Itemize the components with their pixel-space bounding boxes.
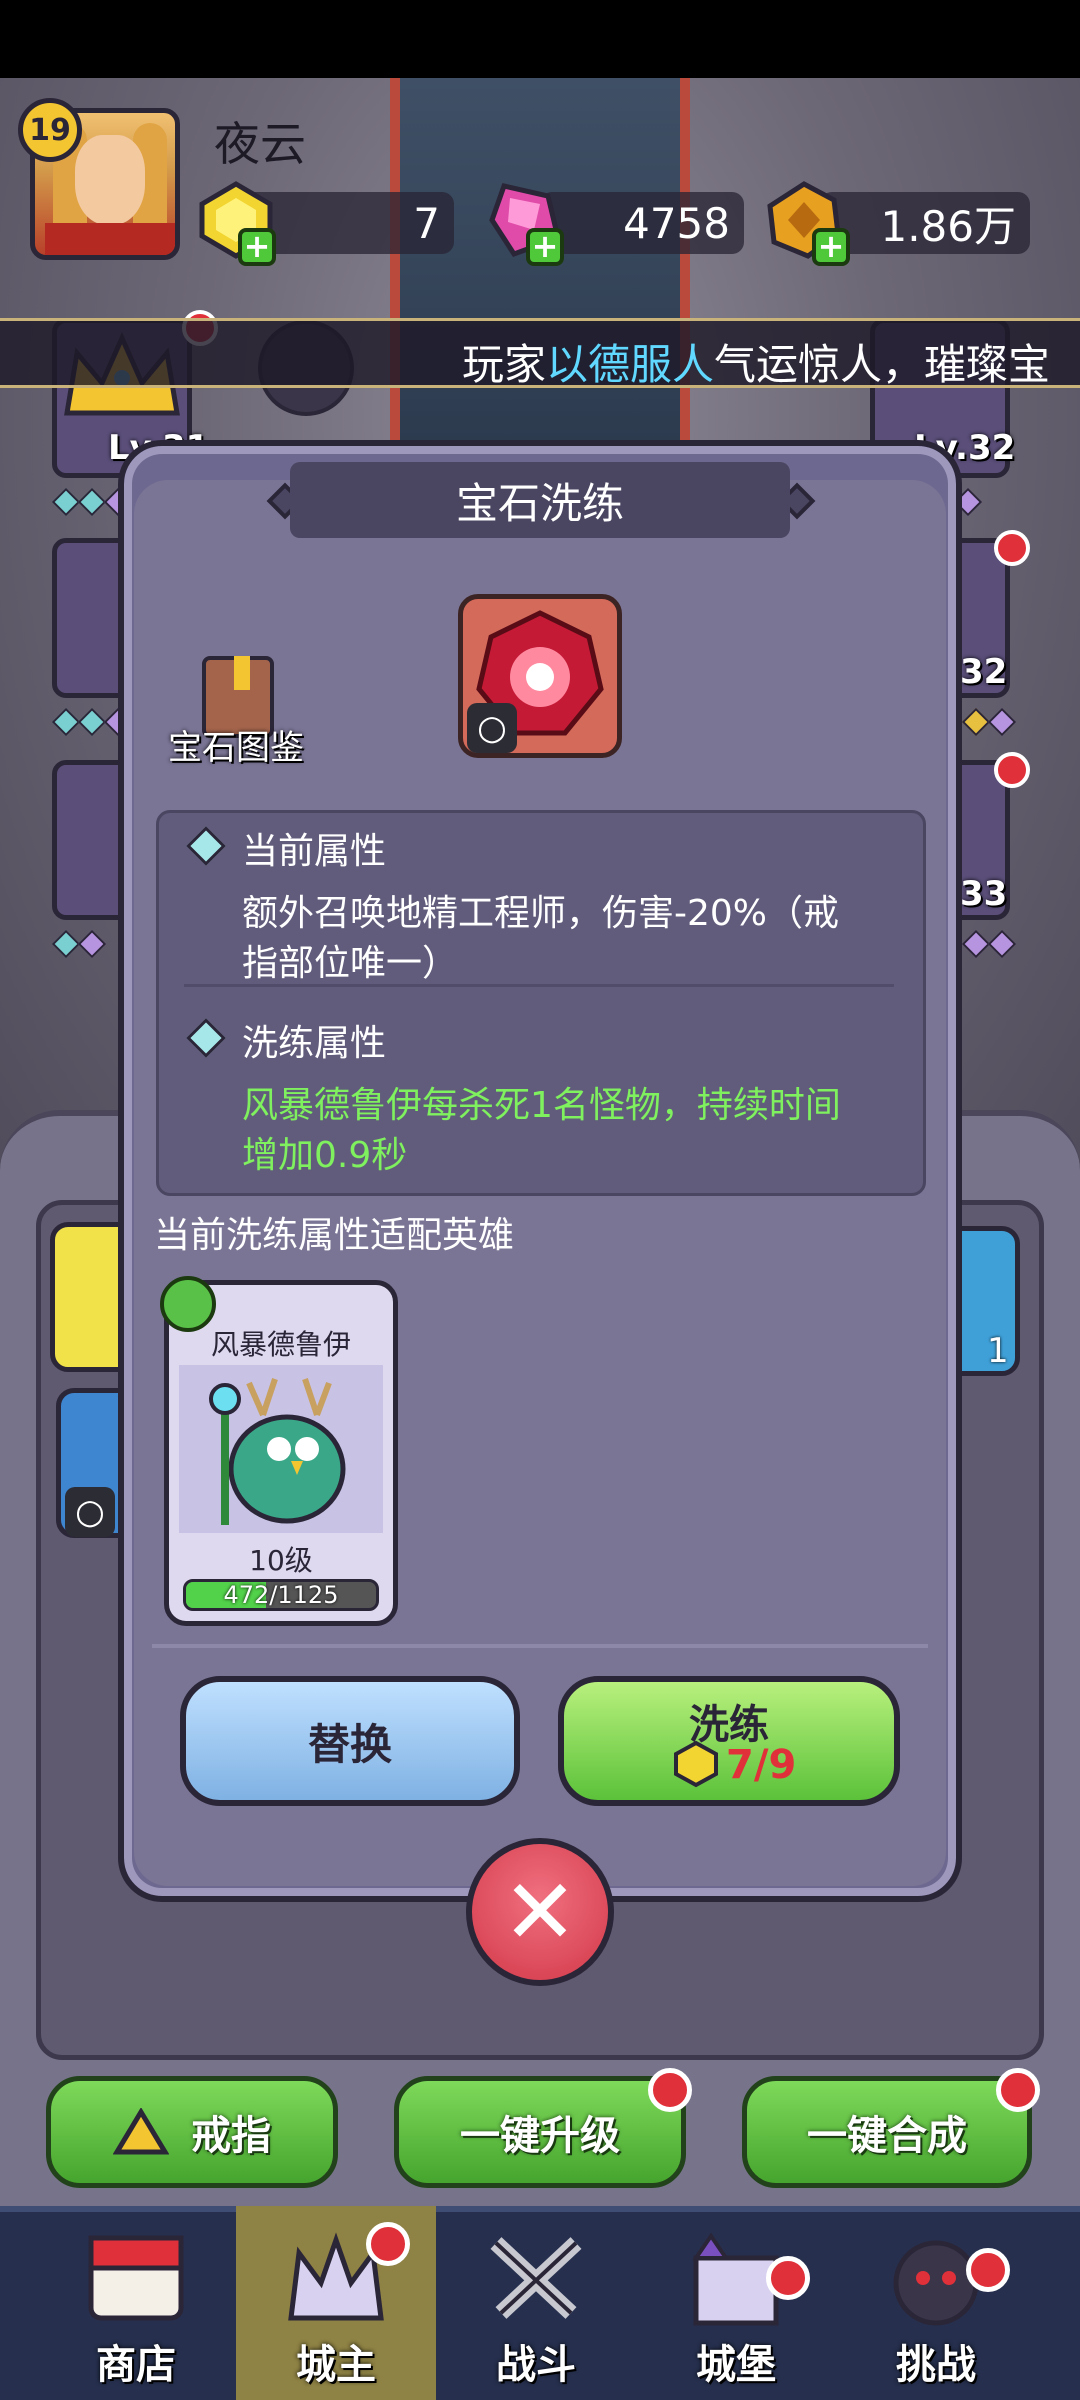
status-bar bbox=[0, 0, 1080, 78]
current-attr-line2: 指部位唯一） bbox=[242, 943, 459, 984]
current-attr-line1: 额外召唤地精工程师，伤害-20%（戒 bbox=[242, 893, 840, 934]
slot-level: 33 bbox=[960, 874, 1008, 914]
hero-card[interactable]: 风暴德鲁伊 10级 472/1125 bbox=[164, 1280, 398, 1626]
refine-cost: 7/9 bbox=[726, 1742, 797, 1788]
close-button[interactable]: ✕ bbox=[466, 1838, 614, 1986]
add-coin-button[interactable]: + bbox=[812, 228, 850, 266]
dialog-separator bbox=[152, 1644, 928, 1648]
upgrade-all-label: 一键升级 bbox=[460, 2113, 620, 2159]
player-level-badge: 19 bbox=[18, 98, 82, 162]
refine-attr-title: 洗练属性 bbox=[242, 1023, 387, 1064]
hero-xp-text: 472/1125 bbox=[223, 1581, 339, 1609]
notification-dot bbox=[648, 2068, 692, 2112]
carpet-decoration bbox=[390, 78, 690, 458]
ring-filter-button[interactable]: 戒指 bbox=[46, 2076, 338, 2188]
ring-filter-label: 戒指 bbox=[191, 2113, 271, 2159]
merge-all-button[interactable]: 一键合成 bbox=[742, 2076, 1032, 2188]
dialog-title: 宝石洗练 bbox=[290, 462, 790, 538]
refine-attr-line1: 风暴德鲁伊每杀死1名怪物，持续时间 bbox=[242, 1085, 841, 1126]
announcement-marquee: 玩家以德服人气运惊人，璀璨宝 bbox=[0, 318, 1080, 389]
hero-portrait bbox=[179, 1365, 383, 1533]
nav-battle-label: 战斗 bbox=[496, 2342, 576, 2388]
nav-challenge[interactable]: 挑战 bbox=[836, 2206, 1036, 2400]
attr-divider bbox=[184, 984, 894, 987]
notification-dot bbox=[994, 530, 1030, 566]
nav-battle[interactable]: 战斗 bbox=[436, 2206, 636, 2400]
gold-gem-icon bbox=[674, 1740, 718, 1788]
hero-level: 10级 bbox=[249, 1544, 313, 1577]
star-row bbox=[961, 929, 1017, 959]
selected-gem: ○ bbox=[458, 594, 622, 758]
merge-all-label: 一键合成 bbox=[807, 2113, 967, 2159]
nav-shop-label: 商店 bbox=[96, 2342, 176, 2388]
announcement-suffix: 气运惊人，璀璨宝 bbox=[713, 340, 1050, 389]
player-name: 夜云 bbox=[214, 117, 306, 171]
shop-icon bbox=[88, 2235, 184, 2321]
slot-level: 32 bbox=[960, 652, 1008, 692]
current-attr-title: 当前属性 bbox=[242, 831, 387, 872]
announcement-player-name: 以德服人 bbox=[545, 340, 714, 389]
star-row bbox=[51, 929, 107, 959]
notification-dot bbox=[766, 2256, 810, 2300]
add-pink-gem-button[interactable]: + bbox=[526, 228, 564, 266]
refine-attr-line2: 增加0.9秒 bbox=[242, 1135, 408, 1176]
hero-name: 风暴德鲁伊 bbox=[210, 1328, 351, 1361]
hero-xp-bar: 472/1125 bbox=[183, 1579, 379, 1611]
upgrade-all-button[interactable]: 一键升级 bbox=[394, 2076, 686, 2188]
nav-challenge-label: 挑战 bbox=[896, 2342, 976, 2388]
announcement-text: 玩家以德服人气运惊人，璀璨宝 bbox=[462, 331, 1050, 392]
ring-icon: ○ bbox=[467, 703, 517, 753]
gem-count: 1 bbox=[987, 1331, 1009, 1371]
pink-gem-counter: 4758 bbox=[540, 192, 744, 254]
add-gold-gem-button[interactable]: + bbox=[238, 228, 276, 266]
announcement-prefix: 玩家 bbox=[461, 340, 546, 389]
triangle-icon bbox=[113, 2108, 169, 2155]
nav-shop[interactable]: 商店 bbox=[36, 2206, 236, 2400]
nav-castle-label: 城堡 bbox=[696, 2342, 776, 2388]
close-icon: ✕ bbox=[502, 1859, 578, 1965]
druid-owl-icon bbox=[209, 1378, 346, 1525]
crossed-swords-icon bbox=[490, 2237, 582, 2319]
bookmark-icon bbox=[234, 656, 250, 690]
notification-dot bbox=[994, 752, 1030, 788]
notification-dot bbox=[966, 2248, 1010, 2292]
gem-codex-label: 宝石图鉴 bbox=[168, 728, 304, 768]
notification-dot bbox=[366, 2222, 410, 2266]
hero-section-title: 当前洗练属性适配英雄 bbox=[154, 1215, 515, 1256]
notification-dot bbox=[996, 2068, 1040, 2112]
replace-label: 替换 bbox=[307, 1719, 392, 1769]
ring-icon: ○ bbox=[65, 1487, 115, 1537]
hero-class-badge bbox=[160, 1276, 216, 1332]
replace-button[interactable]: 替换 bbox=[180, 1676, 520, 1806]
star-row bbox=[961, 707, 1017, 737]
coin-counter: 1.86万 bbox=[820, 192, 1030, 254]
nav-lord-label: 城主 bbox=[296, 2342, 376, 2388]
nav-castle[interactable]: 城堡 bbox=[636, 2206, 836, 2400]
refine-button[interactable]: 洗练 7/9 bbox=[558, 1676, 900, 1806]
